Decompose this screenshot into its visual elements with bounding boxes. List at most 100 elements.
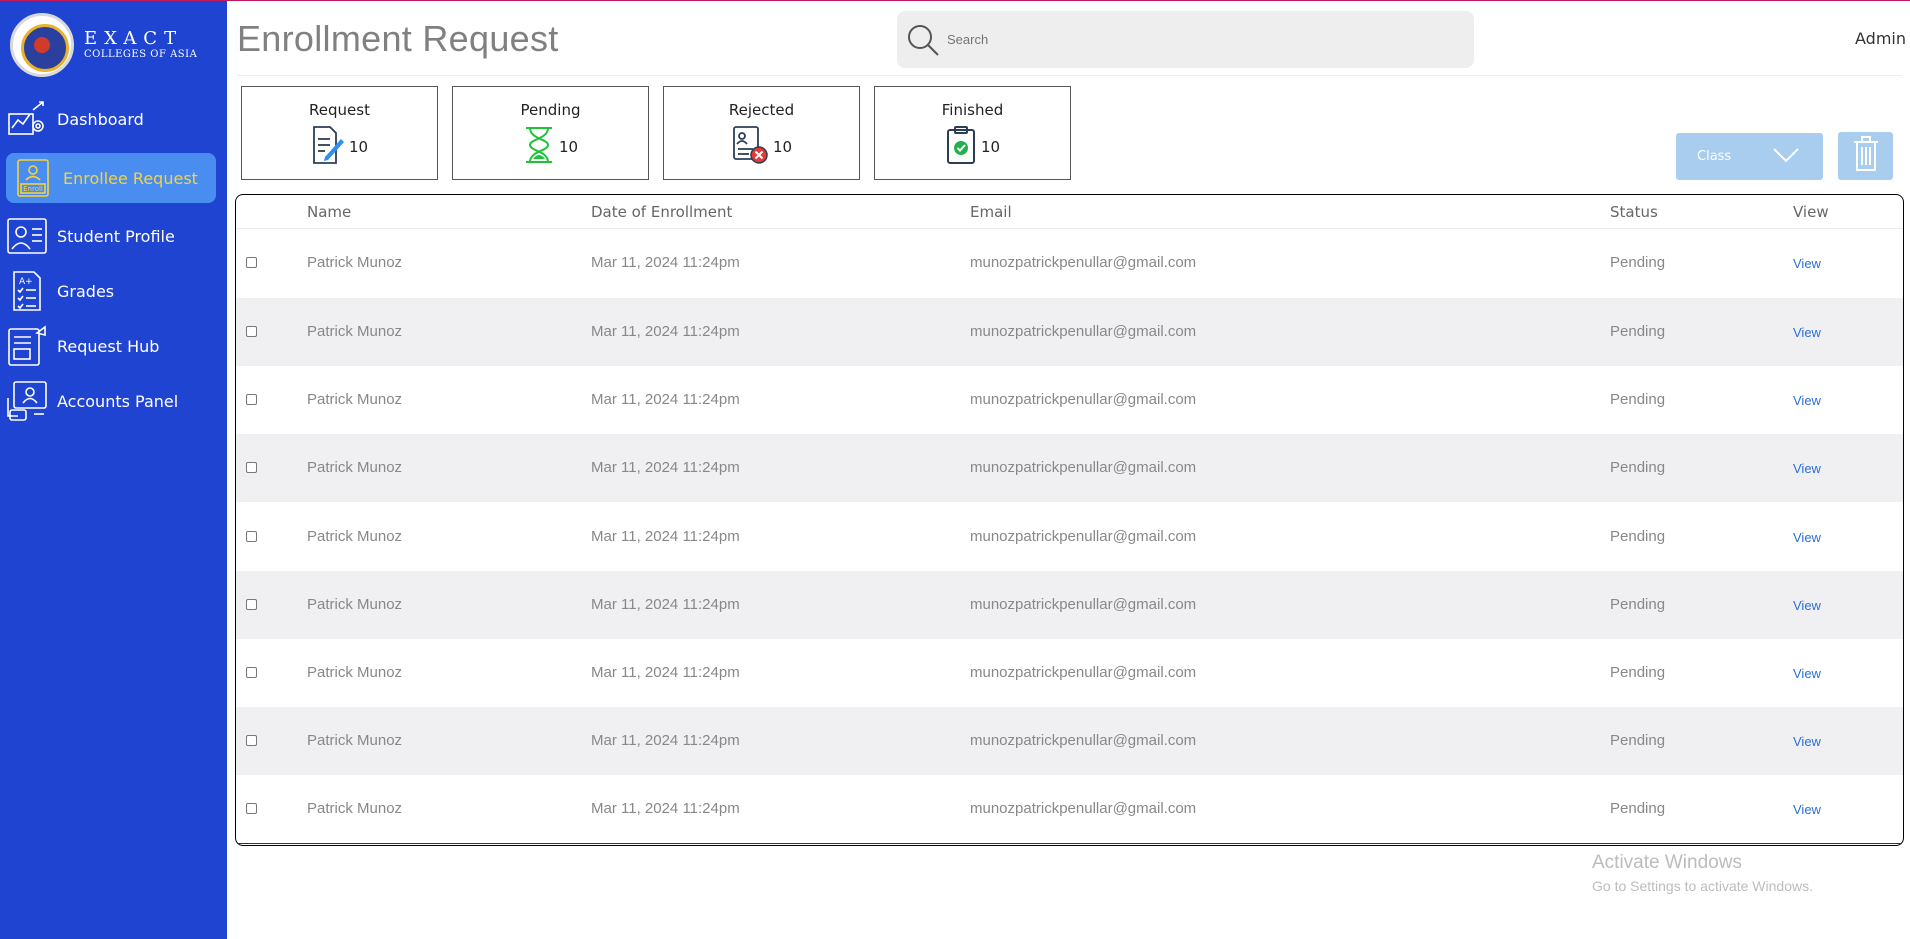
svg-text:Enroll: Enroll <box>23 185 43 193</box>
row-view-link[interactable]: View <box>1793 666 1821 681</box>
table-row[interactable]: Patrick Munoz Mar 11, 2024 11:24pm munozpa… <box>236 775 1903 843</box>
row-name: Patrick Munoz <box>307 732 403 749</box>
row-status: Pending <box>1610 800 1666 817</box>
row-status: Pending <box>1610 254 1666 271</box>
finished-card[interactable]: Finished 10 <box>874 86 1071 180</box>
row-status: Pending <box>1610 323 1666 340</box>
sidebar-item-enrollee-request[interactable]: Enroll Enrollee Request <box>6 153 216 203</box>
sidebar-item-student-profile[interactable]: Student Profile <box>6 211 216 261</box>
hourglass-icon <box>523 125 555 169</box>
column-header-status[interactable]: Status <box>1610 203 1658 221</box>
row-view-link[interactable]: View <box>1793 461 1821 476</box>
search-bar[interactable] <box>897 11 1474 68</box>
row-view-link[interactable]: View <box>1793 256 1821 271</box>
row-view-link[interactable]: View <box>1793 734 1821 749</box>
college-logo[interactable]: EXACT COLLEGES OF ASIA <box>10 13 197 77</box>
logo-text: EXACT COLLEGES OF ASIA <box>84 29 197 61</box>
table-row[interactable]: Patrick Munoz Mar 11, 2024 11:24pm munozpa… <box>236 639 1903 707</box>
row-date: Mar 11, 2024 11:24pm <box>591 596 740 613</box>
row-name: Patrick Munoz <box>307 459 403 476</box>
table-row[interactable]: Patrick Munoz Mar 11, 2024 11:24pm munozpa… <box>236 571 1903 639</box>
sidebar: EXACT COLLEGES OF ASIA Dashboard Enroll … <box>0 1 227 939</box>
sidebar-item-grades[interactable]: A+ Grades <box>6 266 216 316</box>
column-header-date[interactable]: Date of Enrollment <box>591 203 732 221</box>
delete-button[interactable] <box>1838 132 1893 180</box>
row-date: Mar 11, 2024 11:24pm <box>591 732 740 749</box>
sidebar-item-request-hub[interactable]: Request Hub <box>6 321 216 371</box>
request-card[interactable]: Request 10 <box>241 86 438 180</box>
row-date: Mar 11, 2024 11:24pm <box>591 459 740 476</box>
card-title: Pending <box>520 101 581 119</box>
activate-windows-subtitle: Go to Settings to activate Windows. <box>1592 878 1813 894</box>
accounts-panel-icon <box>6 380 48 422</box>
enroll-icon: Enroll <box>12 157 54 199</box>
pending-card[interactable]: Pending 10 <box>452 86 649 180</box>
row-status: Pending <box>1610 664 1666 681</box>
row-date: Mar 11, 2024 11:24pm <box>591 391 740 408</box>
sidebar-item-accounts-panel[interactable]: Accounts Panel <box>6 376 216 426</box>
row-email: munozpatrickpenullar@gmail.com <box>970 732 1197 749</box>
card-count: 10 <box>558 138 579 156</box>
row-view-link[interactable]: View <box>1793 325 1821 340</box>
row-name: Patrick Munoz <box>307 323 403 340</box>
admin-user-label[interactable]: Admin <box>1855 29 1906 48</box>
table-row[interactable]: Patrick Munoz Mar 11, 2024 11:24pm munozpa… <box>236 298 1903 366</box>
table-row[interactable]: Patrick Munoz Mar 11, 2024 11:24pm munozpa… <box>236 707 1903 775</box>
row-checkbox[interactable] <box>246 803 257 814</box>
sidebar-item-dashboard[interactable]: Dashboard <box>6 94 216 144</box>
row-checkbox[interactable] <box>246 735 257 746</box>
row-view-link[interactable]: View <box>1793 802 1821 817</box>
row-status: Pending <box>1610 391 1666 408</box>
row-name: Patrick Munoz <box>307 664 403 681</box>
column-header-name[interactable]: Name <box>307 203 351 221</box>
request-hub-icon <box>6 325 48 367</box>
search-input[interactable] <box>947 32 1447 47</box>
grades-checklist-icon: A+ <box>6 270 48 312</box>
document-edit-icon <box>311 125 345 169</box>
row-email: munozpatrickpenullar@gmail.com <box>970 254 1197 271</box>
row-date: Mar 11, 2024 11:24pm <box>591 323 740 340</box>
page-title: Enrollment Request <box>237 18 559 59</box>
row-checkbox[interactable] <box>246 257 257 268</box>
row-email: munozpatrickpenullar@gmail.com <box>970 391 1197 408</box>
sidebar-item-label: Accounts Panel <box>57 391 179 411</box>
chevron-down-icon <box>1772 145 1800 169</box>
activate-windows-title: Activate Windows <box>1592 852 1742 873</box>
table-row[interactable]: Patrick Munoz Mar 11, 2024 11:24pm munozpa… <box>236 366 1903 434</box>
rejected-card[interactable]: Rejected 10 <box>663 86 860 180</box>
column-header-email[interactable]: Email <box>970 203 1012 221</box>
row-view-link[interactable]: View <box>1793 530 1821 545</box>
row-email: munozpatrickpenullar@gmail.com <box>970 323 1197 340</box>
row-checkbox[interactable] <box>246 599 257 610</box>
row-email: munozpatrickpenullar@gmail.com <box>970 459 1197 476</box>
row-checkbox[interactable] <box>246 394 257 405</box>
search-icon[interactable] <box>905 22 941 58</box>
row-status: Pending <box>1610 528 1666 545</box>
sidebar-item-label: Enrollee Request <box>63 168 198 188</box>
row-checkbox[interactable] <box>246 462 257 473</box>
table-row[interactable]: Patrick Munoz Mar 11, 2024 11:24pm munozpa… <box>236 229 1903 297</box>
college-seal-icon <box>10 13 74 77</box>
row-view-link[interactable]: View <box>1793 598 1821 613</box>
card-title: Request <box>309 101 370 119</box>
class-dropdown[interactable]: Class <box>1676 133 1823 180</box>
sidebar-item-label: Student Profile <box>57 226 175 246</box>
row-checkbox[interactable] <box>246 667 257 678</box>
header-divider <box>237 75 1902 76</box>
row-view-link[interactable]: View <box>1793 393 1821 408</box>
rejected-document-icon <box>731 125 769 169</box>
row-name: Patrick Munoz <box>307 528 403 545</box>
row-status: Pending <box>1610 732 1666 749</box>
column-header-view: View <box>1793 203 1829 221</box>
card-title: Finished <box>941 101 1004 119</box>
clipboard-check-icon <box>945 125 977 169</box>
row-email: munozpatrickpenullar@gmail.com <box>970 528 1197 545</box>
student-profile-icon <box>6 215 48 257</box>
card-count: 10 <box>348 138 369 156</box>
table-row[interactable]: Patrick Munoz Mar 11, 2024 11:24pm munozpa… <box>236 503 1903 571</box>
row-date: Mar 11, 2024 11:24pm <box>591 528 740 545</box>
logo-line1: EXACT <box>84 28 184 49</box>
table-row[interactable]: Patrick Munoz Mar 11, 2024 11:24pm munozpa… <box>236 434 1903 502</box>
row-checkbox[interactable] <box>246 326 257 337</box>
row-checkbox[interactable] <box>246 531 257 542</box>
